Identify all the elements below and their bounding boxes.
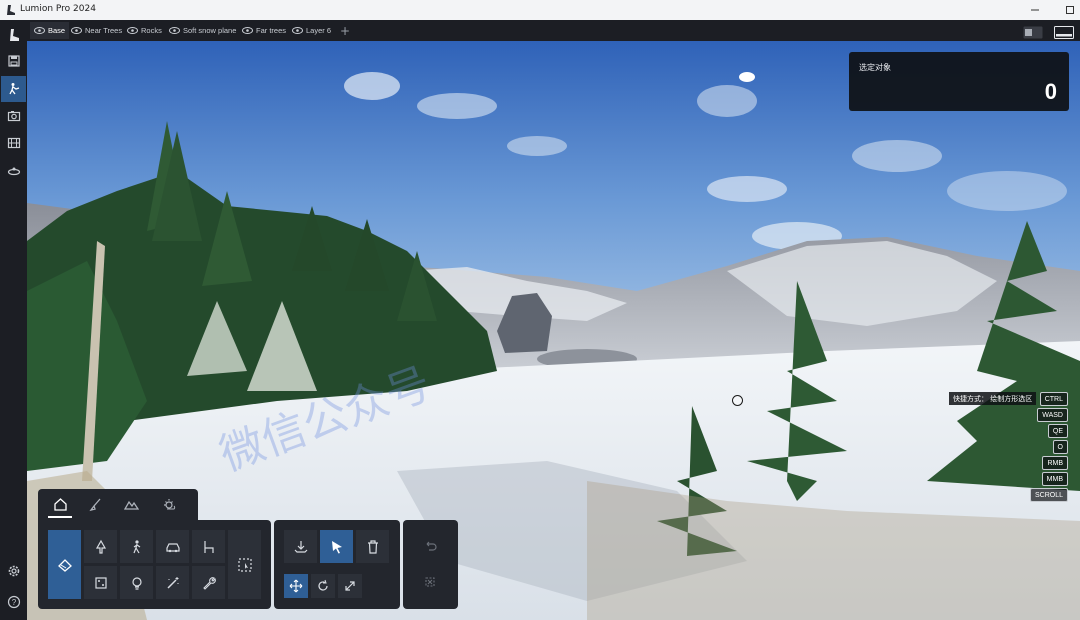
nature-tree-icon[interactable] (84, 530, 117, 563)
key-wasd: WASD (1037, 408, 1068, 422)
visibility-eye-icon[interactable] (169, 27, 180, 34)
visibility-eye-icon[interactable] (242, 27, 253, 34)
shortcut-hint-title: 快捷方式： 绘制方形选区 (949, 392, 1037, 405)
weather-icon[interactable] (159, 495, 179, 513)
minimize-overlay-40 (1017, 0, 1053, 20)
app-logo-icon (7, 5, 15, 15)
layer-tab-soft-snow-plane[interactable]: Soft snow plane (165, 22, 240, 39)
rotate-icon[interactable] (311, 574, 335, 598)
photo-mode-icon[interactable] (1, 103, 26, 129)
select-cursor-icon[interactable] (320, 530, 353, 563)
key-mmb: MMB (1041, 472, 1068, 486)
object-category-button[interactable] (48, 530, 81, 599)
help-icon[interactable]: ? (1, 589, 26, 615)
layer-label: Layer 6 (306, 26, 332, 35)
delete-trash-icon[interactable] (356, 530, 389, 563)
utility-wrench-icon[interactable] (192, 566, 225, 599)
logo-icon[interactable] (1, 22, 26, 48)
view-toggle-icon[interactable] (1023, 24, 1043, 39)
key-scroll: SCROLL (1029, 488, 1068, 502)
visibility-eye-icon[interactable] (292, 27, 303, 34)
select-region-button[interactable] (228, 530, 261, 599)
layer-tab-far-trees[interactable]: Far trees (238, 22, 290, 39)
save-icon[interactable] (1, 48, 26, 74)
title-bar: Lumion Pro 2024 (0, 0, 1080, 21)
light-bulb-icon[interactable] (120, 566, 153, 599)
move-icon[interactable] (284, 574, 308, 598)
eraser-shape-icon (57, 558, 72, 572)
layer-label: Base (48, 26, 66, 35)
home-icon[interactable] (50, 495, 70, 513)
layer-label: Rocks (141, 26, 162, 35)
furniture-icon[interactable] (192, 530, 225, 563)
landscape-icon[interactable] (121, 495, 141, 513)
toolbar-tabs (38, 489, 198, 520)
selection-label: 选定对象 (859, 63, 891, 72)
people-icon[interactable] (120, 530, 153, 563)
settings-icon[interactable] (1, 558, 26, 584)
maximize-icon[interactable] (1052, 0, 1080, 20)
panorama-mode-icon[interactable] (1, 158, 26, 184)
fullscreen-toggle-icon[interactable] (1054, 24, 1074, 39)
cursor-ring-icon (732, 395, 743, 406)
active-tab-underline (48, 516, 72, 518)
layer-tab-base[interactable]: Base (30, 22, 70, 39)
selection-count: 0 (1044, 79, 1057, 104)
layer-bar: Base Near Trees Rocks Soft snow plane Fa… (27, 20, 1080, 41)
place-object-icon[interactable] (284, 530, 317, 563)
movie-mode-icon[interactable] (1, 130, 26, 156)
svg-text:?: ? (11, 598, 16, 607)
layer-label: Far trees (256, 26, 287, 35)
visibility-eye-icon[interactable] (34, 27, 45, 34)
layer-tab-near-trees[interactable]: Near Trees (67, 22, 126, 39)
selection-panel: 选定对象 0 (849, 52, 1069, 111)
build-mode-icon[interactable] (1, 76, 26, 102)
visibility-eye-icon[interactable] (71, 27, 82, 34)
marquee-select-icon (237, 557, 252, 572)
undo-icon[interactable] (418, 534, 442, 558)
mode-sidebar: ? (0, 20, 27, 620)
window-title: Lumion Pro 2024 (20, 4, 96, 14)
vehicle-icon[interactable] (156, 530, 189, 563)
redo-icon[interactable] (418, 570, 442, 594)
visibility-eye-icon[interactable] (127, 27, 138, 34)
key-ctrl: CTRL (1039, 392, 1068, 406)
object-box-icon[interactable] (84, 566, 117, 599)
object-library-panel (38, 520, 271, 609)
layer-label: Soft snow plane (183, 26, 237, 35)
layer-label: Near Trees (85, 26, 123, 35)
key-qe: QE (1047, 424, 1068, 438)
effects-wand-icon[interactable] (156, 566, 189, 599)
edit-tools-panel (274, 520, 400, 609)
layer-tab-layer-6[interactable]: Layer 6 (288, 22, 335, 39)
add-layer-button[interactable]: + (338, 22, 352, 39)
layer-tab-rocks[interactable]: Rocks (123, 22, 166, 39)
key-o: O (1052, 440, 1068, 454)
key-rmb: RMB (1042, 456, 1068, 470)
history-panel (403, 520, 458, 609)
brush-icon[interactable] (85, 495, 105, 513)
scale-icon[interactable] (338, 574, 362, 598)
